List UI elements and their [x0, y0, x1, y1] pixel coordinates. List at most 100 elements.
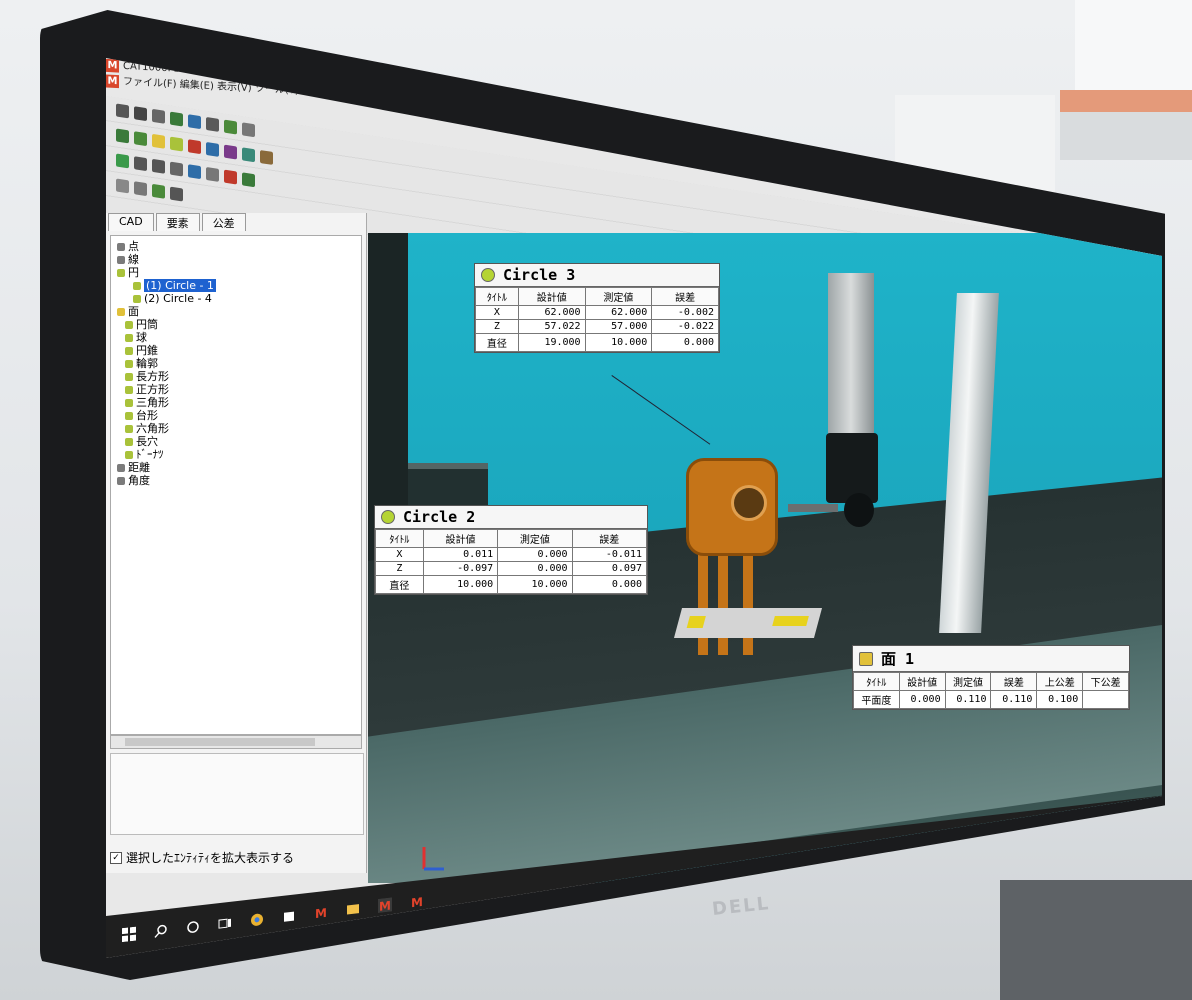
system-tray[interactable] — [1046, 864, 1162, 896]
workpiece[interactable] — [686, 458, 778, 556]
table-cell: 直径 — [375, 575, 424, 594]
slot-icon[interactable] — [260, 150, 273, 165]
mcosmos-app-icon[interactable]: M — [378, 897, 392, 913]
stop-icon[interactable] — [134, 156, 147, 172]
search-icon[interactable] — [154, 923, 168, 939]
fixture-plate — [673, 608, 823, 638]
measure-icon[interactable] — [224, 119, 237, 135]
plane-icon[interactable] — [152, 133, 165, 149]
table-row: Z -0.097 0.000 0.097 — [375, 561, 648, 576]
tree-item[interactable]: ﾄﾞｰﾅﾂ — [117, 448, 355, 461]
open-icon[interactable] — [152, 108, 165, 124]
status-bar: ■ 3 ■ 3 2019/09/01 15:12 Pos25.0 online 正常… — [906, 863, 1162, 891]
pause-icon[interactable] — [152, 158, 165, 174]
zoom-icon[interactable] — [206, 166, 219, 182]
tree-item-label: 円 — [128, 266, 139, 279]
table-header-cell: 誤差 — [571, 529, 648, 548]
tree-item[interactable]: 線 — [117, 253, 355, 266]
table-cell: -0.097 — [422, 561, 499, 576]
tree-item[interactable]: 面 — [117, 305, 355, 318]
tab-elements[interactable]: 要素 — [155, 213, 200, 231]
app-logo-icon: M — [106, 74, 119, 89]
tree-item[interactable]: 角度 — [117, 474, 355, 487]
tree-item[interactable]: 点 — [117, 240, 355, 253]
save-icon[interactable] — [134, 106, 147, 122]
table-cell: 0.110 — [944, 690, 992, 709]
tree-item[interactable]: 長穴 — [117, 435, 355, 448]
table-header-cell: ﾀｲﾄﾙ — [375, 529, 424, 548]
table-row: 直径 19.000 10.000 0.000 — [475, 333, 719, 352]
tree-hscrollbar[interactable] — [110, 735, 362, 749]
tab-tolerance[interactable]: 公差 — [201, 213, 246, 231]
view-icon[interactable] — [224, 169, 237, 185]
tree-item[interactable]: 六角形 — [117, 422, 355, 435]
tree-item[interactable]: 三角形 — [117, 396, 355, 409]
status-item: 2019/09/01 15:12 Pos25.0 online 正常な状態です — [954, 868, 1122, 886]
table-cell: 10.000 — [422, 575, 499, 594]
table-row: Z 57.022 57.000 -0.022 — [475, 319, 719, 334]
line-icon[interactable] — [134, 131, 147, 147]
checkbox-mark[interactable]: ✓ — [110, 851, 122, 864]
probe-icon[interactable] — [170, 111, 183, 127]
tree-item[interactable]: 円筒 — [117, 318, 355, 331]
tree-item[interactable]: 距離 — [117, 461, 355, 474]
table-cell: X — [475, 305, 519, 320]
3d-viewport[interactable]: Circle 3 ﾀｲﾄﾙ 設計値 測定値 誤差 X 62.000 62.000 -0.002… — [368, 233, 1162, 883]
store-icon[interactable] — [282, 908, 296, 924]
callout-title: Circle 2 — [403, 508, 476, 526]
rectangle-icon[interactable] — [242, 147, 255, 163]
print-icon[interactable] — [116, 103, 129, 119]
tree-item[interactable]: (1) Circle - 1 — [117, 279, 355, 292]
play-icon[interactable] — [116, 153, 129, 169]
tree-item[interactable]: 輪郭 — [117, 357, 355, 370]
tree-item-label: 面 — [128, 305, 139, 318]
tree-item[interactable]: 長方形 — [117, 370, 355, 383]
rotate-icon[interactable] — [188, 164, 201, 180]
fit-icon[interactable] — [116, 178, 129, 194]
pan-icon[interactable] — [134, 181, 147, 197]
zoom-selected-checkbox[interactable]: ✓ 選択したｴﾝﾃｨﾃｨを拡大表示する — [110, 849, 294, 866]
element-type-icon — [133, 281, 141, 290]
probe-arm — [828, 273, 874, 443]
grid-icon[interactable] — [206, 116, 219, 132]
tree-item[interactable]: 円錐 — [117, 344, 355, 357]
circle-icon[interactable] — [170, 136, 183, 152]
tool-icon[interactable] — [188, 114, 201, 130]
table-cell — [1082, 690, 1129, 709]
cortana-icon[interactable] — [186, 919, 200, 935]
windows-start-icon[interactable] — [122, 926, 136, 943]
tree-item[interactable]: 球 — [117, 331, 355, 344]
callout-circle-2[interactable]: Circle 2 ﾀｲﾄﾙ 設計値 測定値 誤差 X 0.011 0.000 -0.011 Z -… — [374, 505, 648, 595]
tab-cad[interactable]: CAD — [108, 213, 154, 231]
point-icon[interactable] — [116, 128, 129, 144]
step-icon[interactable] — [170, 161, 183, 177]
callout-circle-3[interactable]: Circle 3 ﾀｲﾄﾙ 設計値 測定値 誤差 X 62.000 62.000 -0.002… — [474, 263, 720, 353]
table-row: 直径 10.000 10.000 0.000 — [375, 575, 648, 594]
layer-icon[interactable] — [242, 172, 255, 188]
table-cell: 0.097 — [571, 561, 648, 576]
element-type-icon — [125, 385, 133, 394]
scrollbar-thumb[interactable] — [125, 738, 315, 746]
element-tree[interactable]: 点線円 (1) Circle - 1 (2) Circle - 4 面円筒球円錐 輪郭長… — [110, 235, 362, 735]
wire-icon[interactable] — [170, 186, 183, 202]
table-cell: -0.011 — [571, 547, 648, 562]
callout-table: ﾀｲﾄﾙ 設計値 測定値 誤差 X 0.011 0.000 -0.011 Z -0.097 0.00… — [375, 529, 648, 594]
sphere-icon[interactable] — [206, 141, 219, 157]
task-view-icon[interactable] — [218, 916, 232, 932]
settings-icon[interactable] — [242, 122, 255, 138]
chrome-icon[interactable] — [250, 912, 264, 928]
shade-icon[interactable] — [152, 183, 165, 199]
cone-icon[interactable] — [224, 144, 237, 160]
tree-item[interactable]: 台形 — [117, 409, 355, 422]
mcosmos-app-icon[interactable]: M — [314, 905, 328, 921]
tree-item[interactable]: 正方形 — [117, 383, 355, 396]
explorer-icon[interactable] — [346, 901, 360, 917]
workpiece-hole[interactable] — [731, 485, 767, 521]
cylinder-icon[interactable] — [188, 139, 201, 155]
status-item: ■ 3 — [933, 877, 947, 887]
callout-plane-1[interactable]: 面 1 ﾀｲﾄﾙ 設計値 測定値 誤差 上公差 下公差 平面度 0.000 0.110 0.110… — [852, 645, 1130, 710]
tree-item[interactable]: (2) Circle - 4 — [117, 292, 355, 305]
status-item: ■ 3 — [912, 878, 926, 888]
tree-item[interactable]: 円 — [117, 266, 355, 279]
mcosmos-app-icon[interactable]: M — [410, 894, 424, 910]
